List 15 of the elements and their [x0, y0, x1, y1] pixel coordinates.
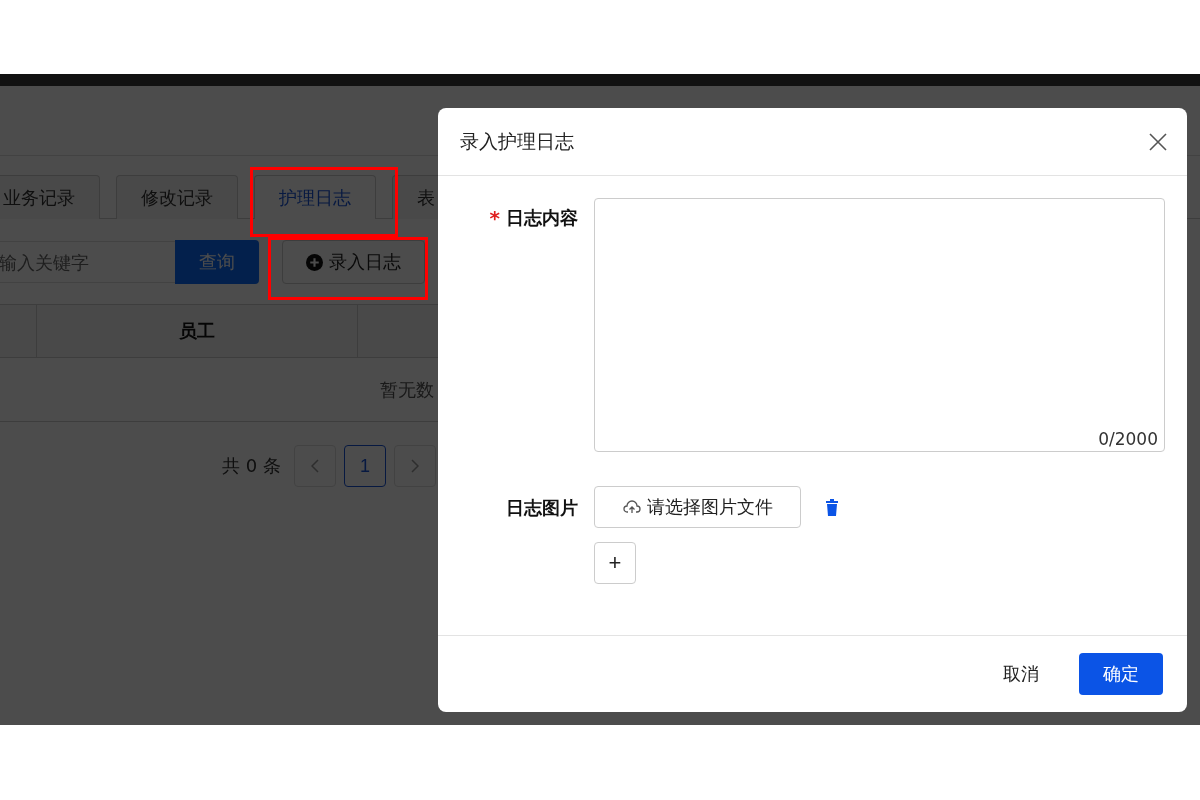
- add-button[interactable]: +: [594, 542, 636, 584]
- char-counter: 0/2000: [1098, 429, 1158, 449]
- field-label: 日志图片: [506, 496, 578, 520]
- upload-button[interactable]: 请选择图片文件: [594, 486, 801, 528]
- dialog-title: 录入护理日志: [460, 128, 574, 154]
- cancel-button[interactable]: 取消: [979, 653, 1063, 695]
- total-count: 共 0 条: [222, 454, 281, 478]
- close-button[interactable]: [1149, 132, 1167, 151]
- confirm-button[interactable]: 确定: [1079, 653, 1163, 695]
- close-icon: [1149, 132, 1167, 151]
- text-area[interactable]: 0/2000: [594, 198, 1165, 452]
- trash-icon[interactable]: [825, 498, 839, 516]
- cloud-upload-icon: [622, 500, 641, 514]
- required-mark: *: [489, 206, 500, 232]
- field-label: 日志内容: [506, 206, 578, 230]
